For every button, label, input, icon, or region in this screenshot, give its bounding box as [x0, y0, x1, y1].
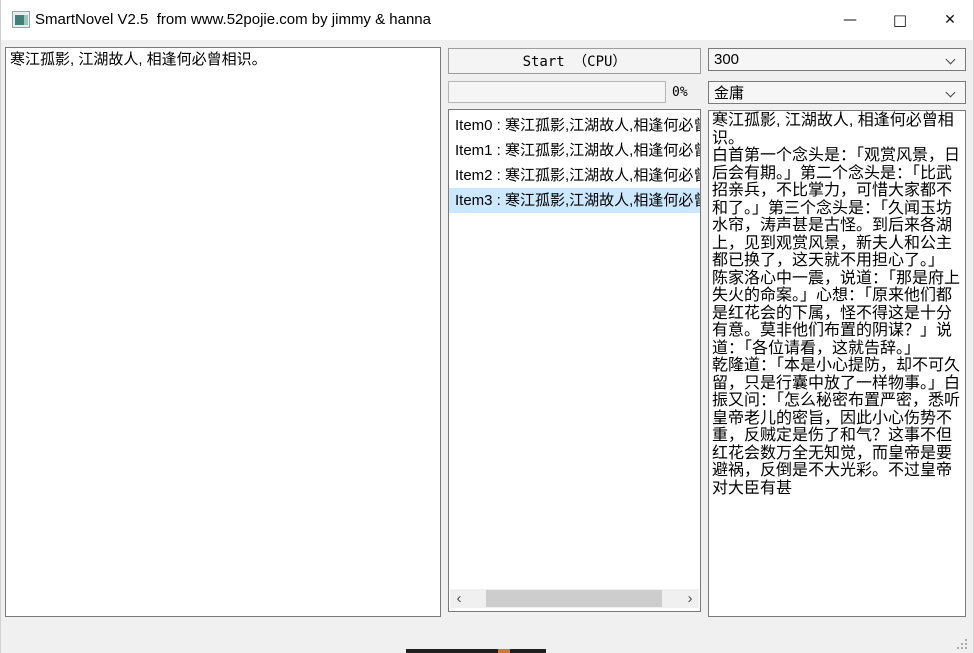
app-icon-fill-light [24, 15, 28, 25]
chevron-down-icon [947, 56, 955, 64]
list-item[interactable]: Item0 : 寒江孤影,江湖故人,相逢何必曾相识。 [449, 113, 700, 138]
output-paragraph: 乾隆道：「本是小心提防，却不可久留，只是行囊中放了一样物事。」白振又问：「怎么秘… [712, 357, 961, 497]
style-dropdown[interactable]: 金庸 [708, 81, 966, 104]
output-textarea[interactable]: 寒江孤影, 江湖故人, 相逢何必曾相识。 白首第一个念头是：「观赏风景，日后会有… [708, 110, 966, 617]
length-dropdown[interactable]: 300 [708, 48, 966, 71]
output-paragraph: 寒江孤影, 江湖故人, 相逢何必曾相识。 [712, 112, 954, 147]
start-cpu-button[interactable]: Start （CPU） [448, 48, 701, 74]
progress-bar [448, 81, 666, 103]
horizontal-scrollbar[interactable]: ‹ › [450, 589, 699, 608]
list-items: Item0 : 寒江孤影,江湖故人,相逢何必曾相识。 Item1 : 寒江孤影,… [449, 113, 700, 213]
taskbar-sliver [406, 649, 546, 653]
app-icon [12, 11, 30, 28]
list-item[interactable]: Item2 : 寒江孤影,江湖故人,相逢何必曾相识。 [449, 163, 700, 188]
result-listbox[interactable]: Item0 : 寒江孤影,江湖故人,相逢何必曾相识。 Item1 : 寒江孤影,… [448, 109, 701, 612]
close-button[interactable]: ✕ [925, 0, 973, 40]
resize-grip[interactable] [955, 637, 967, 649]
scroll-left-icon[interactable]: ‹ [450, 589, 468, 608]
input-textarea[interactable]: 寒江孤影, 江湖故人, 相逢何必曾相识。 [5, 47, 441, 617]
chevron-down-icon [947, 89, 955, 97]
output-paragraph: 陈家洛心中一震，说道：「那是府上失火的命案。」心想：「原来他们都是红花会的下属，… [712, 269, 961, 357]
maximize-button[interactable]: □ [875, 0, 925, 40]
window-title: SmartNovel V2.5 from www.52pojie.com by … [35, 11, 431, 28]
taskbar-accent [498, 649, 510, 653]
style-dropdown-value: 金庸 [714, 85, 745, 102]
length-dropdown-value: 300 [714, 51, 740, 68]
progress-percent-label: 0% [672, 85, 688, 100]
minimize-button[interactable]: — [825, 0, 875, 40]
window-controls: — □ ✕ [825, 0, 973, 40]
scrollbar-track[interactable] [468, 589, 681, 608]
scroll-right-icon[interactable]: › [681, 589, 699, 608]
app-icon-fill [15, 15, 24, 25]
list-item[interactable]: Item1 : 寒江孤影,江湖故人,相逢何必曾相识。 [449, 138, 700, 163]
scrollbar-thumb[interactable] [486, 590, 662, 607]
output-paragraph: 白首第一个念头是：「观赏风景，日后会有期。」第二个念头是：「比武招亲兵，不比掌力… [712, 147, 961, 269]
app-window: SmartNovel V2.5 from www.52pojie.com by … [0, 0, 974, 653]
list-item-selected[interactable]: Item3 : 寒江孤影,江湖故人,相逢何必曾相识。 [449, 188, 700, 213]
titlebar: SmartNovel V2.5 from www.52pojie.com by … [1, 0, 973, 40]
